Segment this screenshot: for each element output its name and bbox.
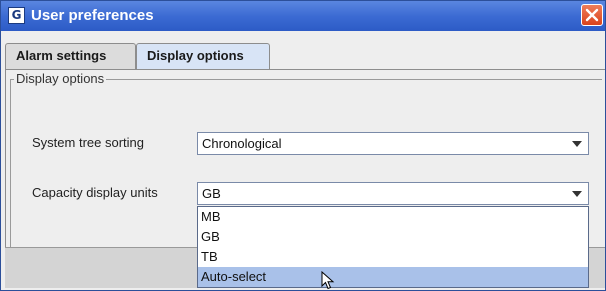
title-bar[interactable]: G User preferences — [1, 1, 605, 31]
app-logo-icon: G — [8, 7, 25, 24]
capacity-display-units-label: Capacity display units — [32, 185, 158, 200]
mouse-pointer-icon — [321, 271, 335, 290]
system-tree-sorting-value: Chronological — [202, 136, 282, 151]
preferences-window: G User preferences Alarm settings Displa… — [0, 0, 606, 291]
tab-display-options[interactable]: Display options — [136, 43, 270, 70]
system-tree-sorting-label: System tree sorting — [32, 135, 144, 150]
close-button[interactable] — [581, 4, 603, 26]
chevron-down-icon[interactable] — [572, 191, 582, 197]
dropdown-option-mb[interactable]: MB — [198, 207, 588, 227]
capacity-display-units-value: GB — [202, 186, 221, 201]
group-title: Display options — [14, 71, 107, 86]
capacity-display-units-select[interactable]: GB — [197, 182, 589, 205]
tab-strip: Alarm settings Display options — [5, 43, 605, 70]
dropdown-option-tb[interactable]: TB — [198, 247, 588, 267]
system-tree-sorting-select[interactable]: Chronological — [197, 132, 589, 155]
close-icon — [585, 8, 599, 22]
tab-alarm-settings[interactable]: Alarm settings — [5, 43, 136, 70]
dropdown-option-auto-select[interactable]: Auto-select — [198, 267, 588, 287]
dropdown-option-gb[interactable]: GB — [198, 227, 588, 247]
capacity-units-dropdown-list: MB GB TB Auto-select — [197, 206, 589, 288]
window-title: User preferences — [31, 7, 154, 24]
chevron-down-icon[interactable] — [572, 141, 582, 147]
